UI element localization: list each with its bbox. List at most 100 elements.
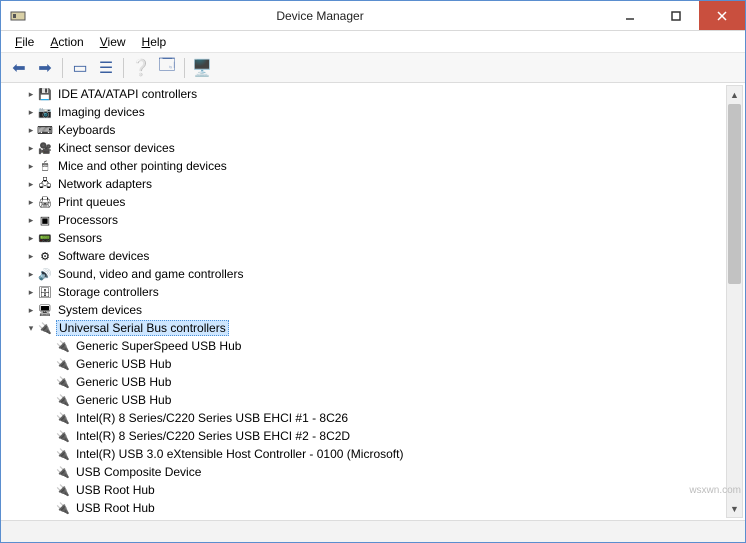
- scroll-up-button[interactable]: ▲: [727, 86, 742, 103]
- no-expander: [43, 448, 55, 460]
- devices-by-type-icon[interactable]: 🖥️: [190, 56, 214, 80]
- tree-item-label: Processors: [56, 213, 120, 227]
- app-icon: [9, 7, 27, 25]
- keyboard-icon: ⌨: [37, 122, 53, 138]
- expand-icon[interactable]: ▸: [25, 124, 37, 136]
- device-manager-window: Device Manager File Action View Help ⬅➡ ▭…: [0, 0, 746, 543]
- device-tree[interactable]: ▸💾IDE ATA/ATAPI controllers▸📷Imaging dev…: [3, 85, 725, 518]
- tree-item-usb-9[interactable]: 🔌USB Root Hub: [3, 499, 725, 517]
- usb-device-icon: 🔌: [55, 500, 71, 516]
- tree-item-label: Generic SuperSpeed USB Hub: [74, 339, 243, 353]
- software-icon: ⚙: [37, 248, 53, 264]
- tree-item-usb-2[interactable]: 🔌Generic USB Hub: [3, 373, 725, 391]
- no-expander: [43, 394, 55, 406]
- back-icon[interactable]: ⬅: [7, 56, 31, 80]
- tree-category-sensors[interactable]: ▸📟Sensors: [3, 229, 725, 247]
- tree-category-keyboards[interactable]: ▸⌨Keyboards: [3, 121, 725, 139]
- usb-device-icon: 🔌: [55, 374, 71, 390]
- tree-item-label: Intel(R) 8 Series/C220 Series USB EHCI #…: [74, 429, 352, 443]
- expand-icon[interactable]: ▸: [25, 142, 37, 154]
- close-button[interactable]: [699, 1, 745, 30]
- tree-item-label: Sound, video and game controllers: [56, 267, 245, 281]
- usb-device-icon: 🔌: [55, 392, 71, 408]
- show-hide-console-tree-icon[interactable]: ▭: [68, 56, 92, 80]
- collapse-icon[interactable]: ▾: [25, 322, 37, 334]
- storage-icon: 🗄: [37, 284, 53, 300]
- properties-icon[interactable]: ☰: [94, 56, 118, 80]
- toolbar-separator: [62, 58, 63, 78]
- tree-item-label: Network adapters: [56, 177, 154, 191]
- tree-item-label: Generic USB Hub: [74, 393, 173, 407]
- expand-icon[interactable]: ▸: [25, 286, 37, 298]
- tree-category-system[interactable]: ▸🖥System devices: [3, 301, 725, 319]
- tree-item-usb-0[interactable]: 🔌Generic SuperSpeed USB Hub: [3, 337, 725, 355]
- no-expander: [43, 484, 55, 496]
- tree-item-label: Mice and other pointing devices: [56, 159, 229, 173]
- no-expander: [43, 340, 55, 352]
- tree-item-usb-10[interactable]: 🔌USB Root Hub (xHCI): [3, 517, 725, 518]
- tree-item-label: Intel(R) USB 3.0 eXtensible Host Control…: [74, 447, 405, 461]
- tree-category-processors[interactable]: ▸▣Processors: [3, 211, 725, 229]
- expand-icon[interactable]: ▸: [25, 88, 37, 100]
- menu-help[interactable]: Help: [134, 33, 175, 51]
- no-expander: [43, 430, 55, 442]
- expand-icon[interactable]: ▸: [25, 304, 37, 316]
- tree-item-label: Universal Serial Bus controllers: [56, 320, 229, 336]
- help-icon[interactable]: ❔: [129, 56, 153, 80]
- tree-item-usb-1[interactable]: 🔌Generic USB Hub: [3, 355, 725, 373]
- scroll-down-button[interactable]: ▼: [727, 500, 742, 517]
- tree-category-ide[interactable]: ▸💾IDE ATA/ATAPI controllers: [3, 85, 725, 103]
- tree-item-label: Keyboards: [56, 123, 117, 137]
- statusbar: [1, 520, 745, 542]
- tree-category-network[interactable]: ▸🖧Network adapters: [3, 175, 725, 193]
- expand-icon[interactable]: ▸: [25, 106, 37, 118]
- tree-item-label: Generic USB Hub: [74, 357, 173, 371]
- kinect-icon: 🎥: [37, 140, 53, 156]
- no-expander: [43, 502, 55, 514]
- system-icon: 🖥: [37, 302, 53, 318]
- maximize-button[interactable]: [653, 1, 699, 30]
- content-pane: ▸💾IDE ATA/ATAPI controllers▸📷Imaging dev…: [1, 83, 745, 520]
- menu-action[interactable]: Action: [42, 33, 91, 51]
- tree-item-usb-3[interactable]: 🔌Generic USB Hub: [3, 391, 725, 409]
- minimize-button[interactable]: [607, 1, 653, 30]
- toolbar-separator: [184, 58, 185, 78]
- forward-icon[interactable]: ➡: [33, 56, 57, 80]
- tree-category-sound[interactable]: ▸🔊Sound, video and game controllers: [3, 265, 725, 283]
- cpu-icon: ▣: [37, 212, 53, 228]
- scroll-thumb[interactable]: [728, 104, 741, 284]
- no-expander: [43, 466, 55, 478]
- tree-category-mice[interactable]: ▸🖱Mice and other pointing devices: [3, 157, 725, 175]
- tree-item-usb-4[interactable]: 🔌Intel(R) 8 Series/C220 Series USB EHCI …: [3, 409, 725, 427]
- expand-icon[interactable]: ▸: [25, 232, 37, 244]
- usb-device-icon: 🔌: [55, 446, 71, 462]
- tree-category-usb[interactable]: ▾🔌Universal Serial Bus controllers: [3, 319, 725, 337]
- expand-icon[interactable]: ▸: [25, 196, 37, 208]
- tree-category-print[interactable]: ▸🖨Print queues: [3, 193, 725, 211]
- titlebar[interactable]: Device Manager: [1, 1, 745, 31]
- window-title: Device Manager: [33, 9, 607, 23]
- tree-item-usb-8[interactable]: 🔌USB Root Hub: [3, 481, 725, 499]
- expand-icon[interactable]: ▸: [25, 214, 37, 226]
- tree-item-label: Software devices: [56, 249, 151, 263]
- scan-for-hardware-changes-icon[interactable]: 🗔: [155, 56, 179, 80]
- expand-icon[interactable]: ▸: [25, 268, 37, 280]
- tree-category-kinect[interactable]: ▸🎥Kinect sensor devices: [3, 139, 725, 157]
- expand-icon[interactable]: ▸: [25, 250, 37, 262]
- tree-category-imaging[interactable]: ▸📷Imaging devices: [3, 103, 725, 121]
- expand-icon[interactable]: ▸: [25, 160, 37, 172]
- menu-view[interactable]: View: [92, 33, 134, 51]
- usb-device-icon: 🔌: [55, 464, 71, 480]
- menu-file[interactable]: File: [7, 33, 42, 51]
- usb-icon: 🔌: [37, 320, 53, 336]
- no-expander: [43, 358, 55, 370]
- expand-icon[interactable]: ▸: [25, 178, 37, 190]
- tree-item-usb-7[interactable]: 🔌USB Composite Device: [3, 463, 725, 481]
- tree-category-storage[interactable]: ▸🗄Storage controllers: [3, 283, 725, 301]
- vertical-scrollbar[interactable]: ▲ ▼: [726, 85, 743, 518]
- tree-category-software[interactable]: ▸⚙Software devices: [3, 247, 725, 265]
- camera-icon: 📷: [37, 104, 53, 120]
- tree-item-usb-6[interactable]: 🔌Intel(R) USB 3.0 eXtensible Host Contro…: [3, 445, 725, 463]
- usb-device-icon: 🔌: [55, 410, 71, 426]
- tree-item-usb-5[interactable]: 🔌Intel(R) 8 Series/C220 Series USB EHCI …: [3, 427, 725, 445]
